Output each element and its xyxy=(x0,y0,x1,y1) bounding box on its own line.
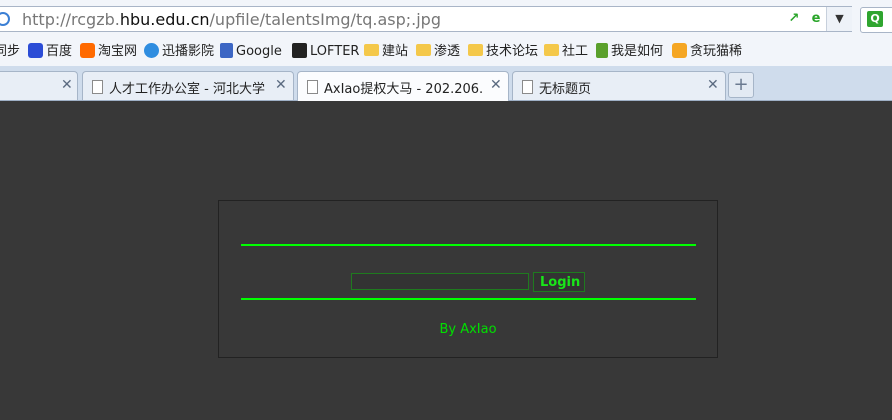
bottom-divider xyxy=(241,298,696,300)
bookmark-xunbo[interactable]: 迅播影院 xyxy=(144,43,214,61)
tab-strip: ✕ 人才工作办公室 - 河北大学 ✕ AxIao提权大马 - 202.206.1… xyxy=(0,66,892,101)
baidu-paw-icon xyxy=(28,43,43,58)
taobao-icon xyxy=(80,43,95,58)
game-icon xyxy=(672,43,687,58)
extension-button[interactable]: Q xyxy=(860,7,892,33)
tab-0[interactable]: ✕ xyxy=(0,71,78,100)
url-field[interactable]: http://rcgzb.hbu.edu.cn/upfile/talentsIm… xyxy=(0,6,852,32)
share-icon[interactable]: ↗ xyxy=(786,11,802,27)
play-icon xyxy=(144,43,159,58)
bookmark-folder-jishu[interactable]: 技术论坛 xyxy=(468,43,538,61)
bookmark-taobao[interactable]: 淘宝网 xyxy=(80,43,137,61)
folder-icon xyxy=(416,44,431,56)
bookmark-baidu[interactable]: 百度 xyxy=(28,43,72,61)
bookmark-folder-jianzhan[interactable]: 建站 xyxy=(364,43,408,61)
bookmark-tanwan[interactable]: 贪玩猫稀 xyxy=(672,43,742,61)
page-icon xyxy=(307,80,318,94)
tab-title: 人才工作办公室 - 河北大学 xyxy=(109,82,265,97)
tab-active[interactable]: AxIao提权大马 - 202.206.1.2 ✕ xyxy=(297,71,509,101)
tab-untitled[interactable]: 无标题页 ✕ xyxy=(512,71,726,100)
url-dropdown-button[interactable]: ▼ xyxy=(826,7,852,31)
f-icon xyxy=(596,43,608,58)
page-icon xyxy=(92,80,103,94)
folder-icon xyxy=(544,44,559,56)
new-tab-button[interactable]: + xyxy=(728,72,754,98)
login-button[interactable]: Login xyxy=(533,272,585,292)
lofter-icon xyxy=(292,43,307,58)
password-input[interactable] xyxy=(351,273,529,290)
tab-title: 无标题页 xyxy=(539,82,592,97)
credit-text: By AxIao xyxy=(439,322,497,337)
address-bar-area: http://rcgzb.hbu.edu.cn/upfile/talentsIm… xyxy=(0,0,892,38)
close-icon[interactable]: ✕ xyxy=(490,77,502,93)
bookmarks-bar: 同步 百度 淘宝网 迅播影院 Google LOFTER 建站 渗透 技术论坛 … xyxy=(0,38,892,67)
top-divider xyxy=(241,244,696,246)
bookmark-woshiruhe[interactable]: 我是如何 xyxy=(596,43,663,61)
url-text[interactable]: http://rcgzb.hbu.edu.cn/upfile/talentsIm… xyxy=(22,10,441,29)
login-panel: Login By AxIao xyxy=(218,200,718,358)
extension-icon: Q xyxy=(867,11,883,27)
folder-icon xyxy=(468,44,483,56)
bookmark-google[interactable]: Google xyxy=(220,43,282,61)
folder-icon xyxy=(364,44,379,56)
ie-compat-icon[interactable]: e xyxy=(808,11,824,27)
tab-title: AxIao提权大马 - 202.206.1.2 xyxy=(324,82,482,97)
page-icon xyxy=(522,80,533,94)
close-icon[interactable]: ✕ xyxy=(61,77,73,93)
bookmark-folder-shegong[interactable]: 社工 xyxy=(544,43,588,61)
google-icon xyxy=(220,43,233,58)
bookmark-sync[interactable]: 同步 xyxy=(0,43,20,61)
close-icon[interactable]: ✕ xyxy=(707,77,719,93)
bookmark-folder-shentou[interactable]: 渗透 xyxy=(416,43,460,61)
close-icon[interactable]: ✕ xyxy=(275,77,287,93)
globe-icon xyxy=(0,12,10,26)
tab-hbu[interactable]: 人才工作办公室 - 河北大学 ✕ xyxy=(82,71,294,100)
bookmark-lofter[interactable]: LOFTER xyxy=(292,43,359,61)
